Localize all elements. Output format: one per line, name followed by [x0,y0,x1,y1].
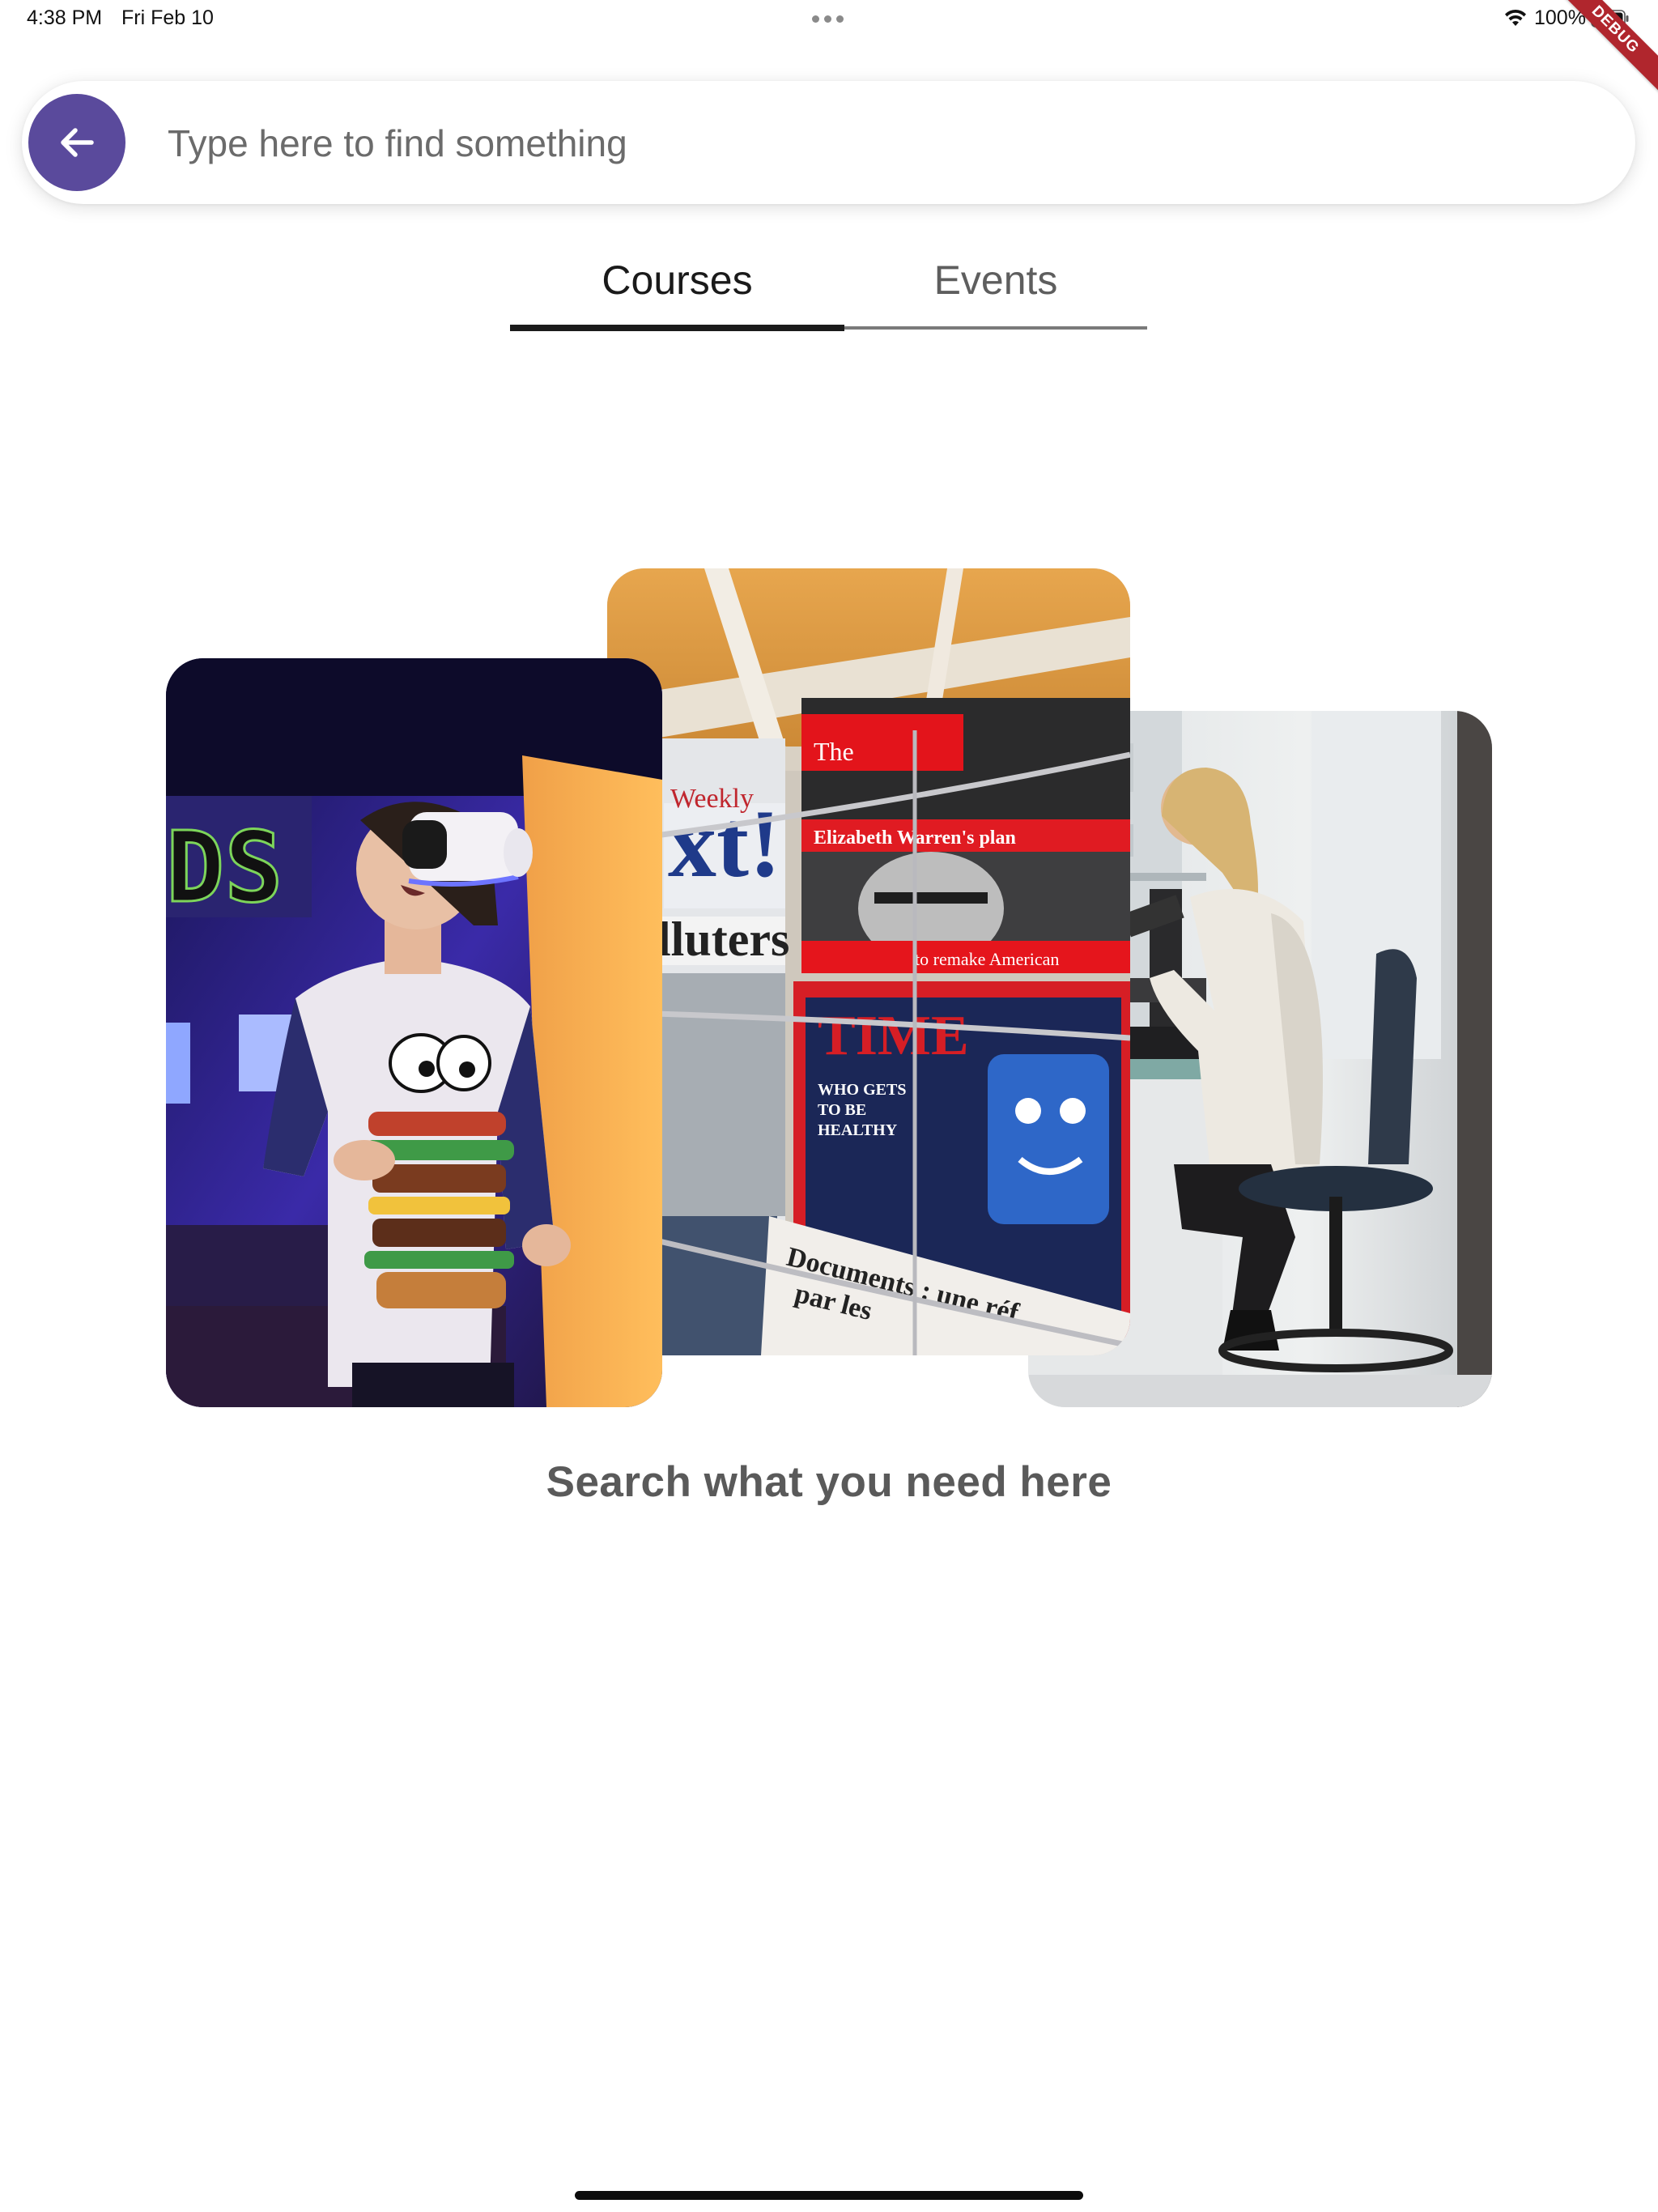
search-bar [22,81,1635,204]
wifi-icon [1505,9,1526,26]
multitasking-dots-icon[interactable] [812,15,844,23]
svg-text:DS: DS [166,812,283,925]
magazine-rack-photo: xt! Weekly lluters The Elizabeth Warren'… [607,568,1130,1355]
tab-bar: Courses Events [510,243,1147,334]
time-line-3: HEALTHY [818,1121,898,1139]
time-line-1: WHO GETS [818,1081,906,1099]
status-time: 4:38 PM [27,6,103,29]
home-indicator[interactable] [575,2191,1083,2200]
vr-headset-photo: DS [166,658,662,1407]
search-input[interactable] [166,110,1545,177]
tab-events[interactable]: Events [844,243,1147,334]
status-bar: 4:38 PM Fri Feb 10 100% DEBUG [0,0,1658,104]
svg-text:lluters: lluters [657,912,789,966]
svg-text:Weekly: Weekly [670,784,754,814]
time-line-2: TO BE [818,1101,866,1119]
economist-logo: The [814,737,854,766]
economist-sub: to remake American [915,949,1059,969]
tab-selected-indicator [510,325,844,331]
arrow-left-icon [61,128,94,157]
time-logo: TIME [818,1005,969,1067]
back-button[interactable] [28,94,125,191]
empty-state-caption: Search what you need here [546,1458,1112,1506]
tab-courses[interactable]: Courses [510,243,844,334]
status-date: Fri Feb 10 [121,6,214,29]
